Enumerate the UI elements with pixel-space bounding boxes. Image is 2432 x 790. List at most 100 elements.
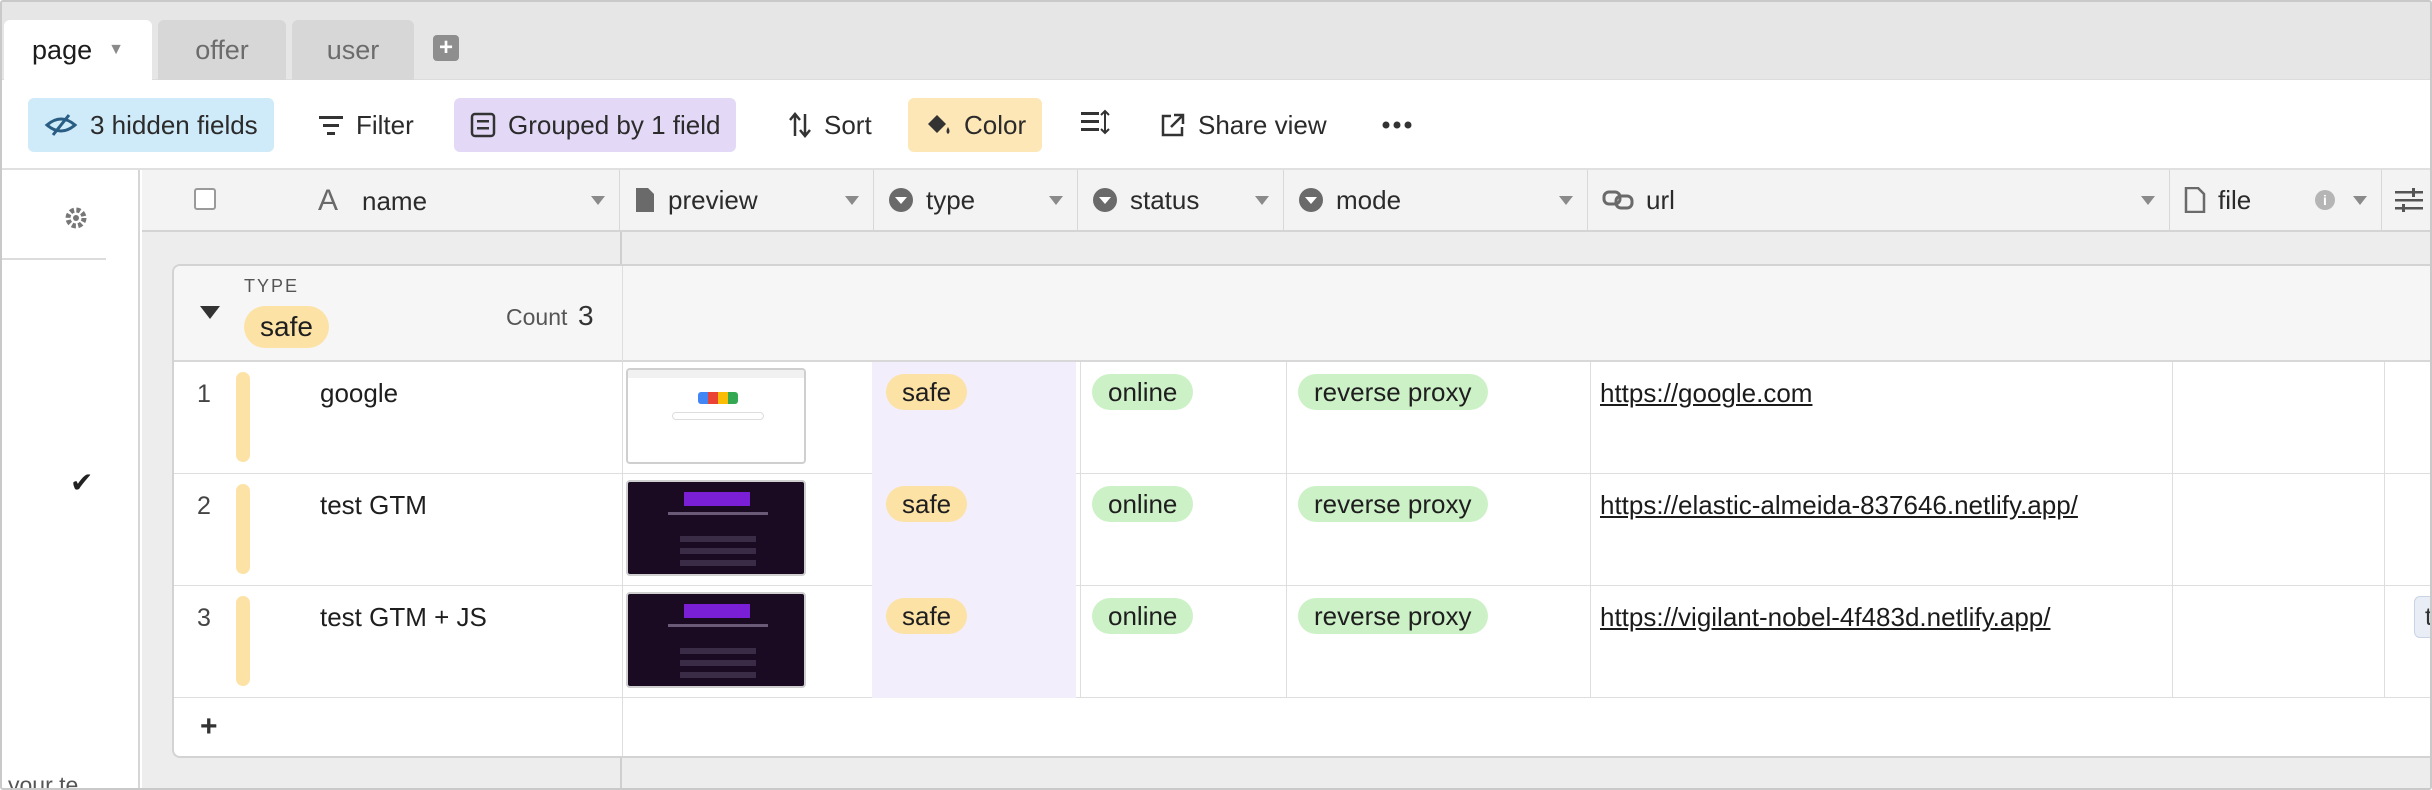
group-button[interactable]: Grouped by 1 field	[454, 98, 737, 152]
header-type[interactable]: type	[874, 170, 1078, 232]
chevron-down-icon[interactable]	[845, 196, 859, 205]
thumbnail-line	[680, 672, 756, 678]
share-view-label: Share view	[1198, 109, 1327, 140]
thumbnail-line	[680, 548, 756, 554]
row-height-button[interactable]	[1064, 98, 1126, 152]
single-select-icon	[1298, 187, 1324, 213]
chevron-down-icon[interactable]	[591, 196, 605, 205]
column-label: mode	[1336, 184, 1402, 215]
text-icon: A	[318, 184, 339, 217]
header-preview[interactable]: preview	[620, 170, 874, 232]
group-value-pill: safe	[244, 306, 329, 348]
url-link[interactable]: https://elastic-almeida-837646.netlify.a…	[1600, 490, 2078, 521]
add-row-button[interactable]: +	[174, 698, 2430, 756]
column-label: status	[1130, 184, 1200, 215]
column-label: preview	[668, 184, 758, 215]
chevron-down-icon[interactable]	[2141, 196, 2155, 205]
count-label: Count	[506, 304, 568, 330]
mode-pill: reverse proxy	[1298, 598, 1488, 634]
row-color-bar	[236, 484, 250, 574]
app-window: page ▼ offer user + 3 hidden fields Filt…	[0, 0, 2432, 790]
file-chip[interactable]: tes	[2414, 596, 2430, 638]
tab-page[interactable]: page ▼	[4, 20, 152, 80]
info-icon[interactable]: i	[2315, 190, 2335, 210]
filter-label: Filter	[356, 109, 414, 140]
thumbnail-line	[680, 648, 756, 654]
thumbnail-banner	[684, 492, 750, 506]
field-settings-icon[interactable]	[2382, 170, 2430, 232]
checkmark-icon: ✔	[70, 467, 94, 498]
table-tabs: page ▼ offer user +	[2, 2, 2430, 80]
header-file[interactable]: file i	[2170, 170, 2382, 232]
data-grid: A name preview type status mode url file…	[142, 170, 2430, 788]
table-row[interactable]: 3 test GTM + JS safe online reverse prox…	[174, 586, 2430, 698]
mode-pill: reverse proxy	[1298, 374, 1488, 410]
chevron-down-icon[interactable]	[1049, 196, 1063, 205]
chevron-down-icon[interactable]	[1559, 196, 1573, 205]
chevron-down-icon[interactable]	[1255, 196, 1269, 205]
header-name[interactable]: A name	[142, 170, 620, 232]
row-color-bar	[236, 372, 250, 462]
thumbnail-line	[680, 560, 756, 566]
sort-button[interactable]: Sort	[772, 98, 888, 152]
single-select-icon	[1092, 187, 1118, 213]
select-all-checkbox[interactable]	[194, 188, 216, 210]
thumbnail-searchbar	[672, 412, 764, 420]
filter-icon	[318, 114, 344, 136]
tab-user[interactable]: user	[292, 20, 414, 80]
gear-icon[interactable]	[62, 204, 90, 237]
table-row[interactable]: 2 test GTM safe online reverse proxy htt…	[174, 474, 2430, 586]
count-value: 3	[578, 300, 594, 331]
type-pill: safe	[886, 486, 968, 522]
url-link[interactable]: https://vigilant-nobel-4f483d.netlify.ap…	[1600, 602, 2050, 633]
group-card: TYPE safe Count 3 1 google safe online r…	[172, 264, 2430, 758]
link-icon	[1602, 189, 1634, 211]
file-icon	[2184, 187, 2206, 213]
url-link[interactable]: https://google.com	[1600, 378, 1812, 409]
preview-thumbnail[interactable]	[626, 368, 806, 464]
thumbnail-line	[668, 512, 768, 515]
single-select-icon	[888, 187, 914, 213]
type-pill: safe	[886, 374, 968, 410]
chevron-down-icon[interactable]: ▼	[108, 41, 124, 59]
header-status[interactable]: status	[1078, 170, 1284, 232]
eye-off-icon	[44, 113, 78, 137]
color-label: Color	[964, 109, 1027, 140]
thumbnail-line	[680, 536, 756, 542]
column-label: url	[1646, 184, 1675, 215]
tab-offer[interactable]: offer	[158, 20, 286, 80]
thumbnail-line	[680, 660, 756, 666]
file-icon	[634, 187, 656, 213]
view-toolbar: 3 hidden fields Filter Grouped by 1 fiel…	[2, 80, 2430, 170]
preview-thumbnail[interactable]	[626, 592, 806, 688]
hidden-fields-button[interactable]: 3 hidden fields	[28, 98, 274, 152]
paint-bucket-icon	[924, 112, 952, 138]
name-cell[interactable]: test GTM	[320, 490, 427, 521]
type-pill: safe	[886, 598, 968, 634]
header-url[interactable]: url	[1588, 170, 2170, 232]
thumbnail-line	[668, 624, 768, 627]
collapse-triangle-icon[interactable]	[200, 306, 220, 319]
column-label: type	[926, 184, 976, 215]
header-mode[interactable]: mode	[1284, 170, 1588, 232]
add-table-icon[interactable]: +	[433, 35, 459, 61]
tab-label: user	[326, 34, 380, 65]
name-cell[interactable]: google	[320, 378, 398, 409]
filter-button[interactable]: Filter	[302, 98, 430, 152]
chevron-down-icon[interactable]	[2353, 196, 2367, 205]
status-pill: online	[1092, 598, 1194, 634]
group-field-label: TYPE	[244, 276, 300, 296]
tab-label: page	[32, 34, 93, 65]
group-header[interactable]: TYPE safe Count 3	[174, 266, 2430, 362]
name-cell[interactable]: test GTM + JS	[320, 602, 487, 633]
truncated-text: your te...	[8, 772, 98, 790]
status-pill: online	[1092, 374, 1194, 410]
color-button[interactable]: Color	[908, 98, 1043, 152]
share-view-button[interactable]: Share view	[1144, 98, 1343, 152]
preview-thumbnail[interactable]	[626, 480, 806, 576]
row-number: 1	[197, 380, 211, 408]
more-options-icon[interactable]	[1366, 98, 1428, 152]
table-row[interactable]: 1 google safe online reverse proxy https…	[174, 362, 2430, 474]
column-label: file	[2218, 184, 2252, 215]
group-icon	[470, 112, 496, 138]
